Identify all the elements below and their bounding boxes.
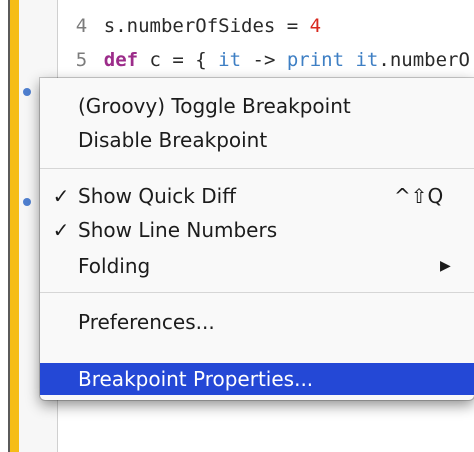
menu-item-label: (Groovy) Toggle Breakpoint [78, 94, 351, 118]
menu-item-breakpoint-properties[interactable]: Breakpoint Properties... [40, 363, 474, 395]
code-token: it [218, 49, 242, 71]
menu-item-label: Show Quick Diff [78, 184, 236, 208]
menu-item-toggle-breakpoint[interactable]: (Groovy) Toggle Breakpoint [40, 90, 474, 122]
menu-item-show-line-numbers[interactable]: ✓ Show Line Numbers [40, 214, 474, 246]
code-token: -> [241, 49, 287, 71]
menu-item-disable-breakpoint[interactable]: Disable Breakpoint [40, 124, 474, 156]
keyboard-shortcut: ^⇧Q [394, 184, 444, 208]
menu-item-preferences[interactable]: Preferences... [40, 306, 474, 338]
code-token: print [286, 49, 345, 71]
code-line-5[interactable]: 5 def c = { it -> print it.numberO [30, 24, 470, 71]
breakpoint-marker-icon[interactable] [23, 198, 31, 206]
overview-ruler[interactable] [10, 0, 19, 452]
context-menu: (Groovy) Toggle Breakpoint Disable Break… [40, 78, 474, 400]
code-line-6[interactable]: 6def c2 = { [30, 50, 218, 97]
menu-item-folding[interactable]: Folding ▶ [40, 250, 474, 282]
menu-item-label: Preferences... [78, 310, 215, 334]
menu-item-show-quick-diff[interactable]: ✓ Show Quick Diff ^⇧Q [40, 180, 474, 212]
breakpoint-marker-icon[interactable] [23, 88, 31, 96]
code-line-4[interactable]: 4 s.numberOfSides = 4 [30, 0, 321, 37]
checkmark-icon: ✓ [52, 184, 70, 208]
code-token: .numberO [378, 49, 470, 71]
menu-separator [40, 292, 474, 293]
checkmark-icon: ✓ [52, 218, 70, 242]
menu-item-label: Breakpoint Properties... [78, 367, 314, 391]
code-token: it [355, 49, 379, 71]
menu-item-label: Show Line Numbers [78, 218, 278, 242]
menu-item-label: Folding [78, 254, 151, 278]
menu-item-label: Disable Breakpoint [78, 128, 268, 152]
menu-separator [40, 168, 474, 169]
submenu-arrow-icon: ▶ [440, 258, 451, 274]
